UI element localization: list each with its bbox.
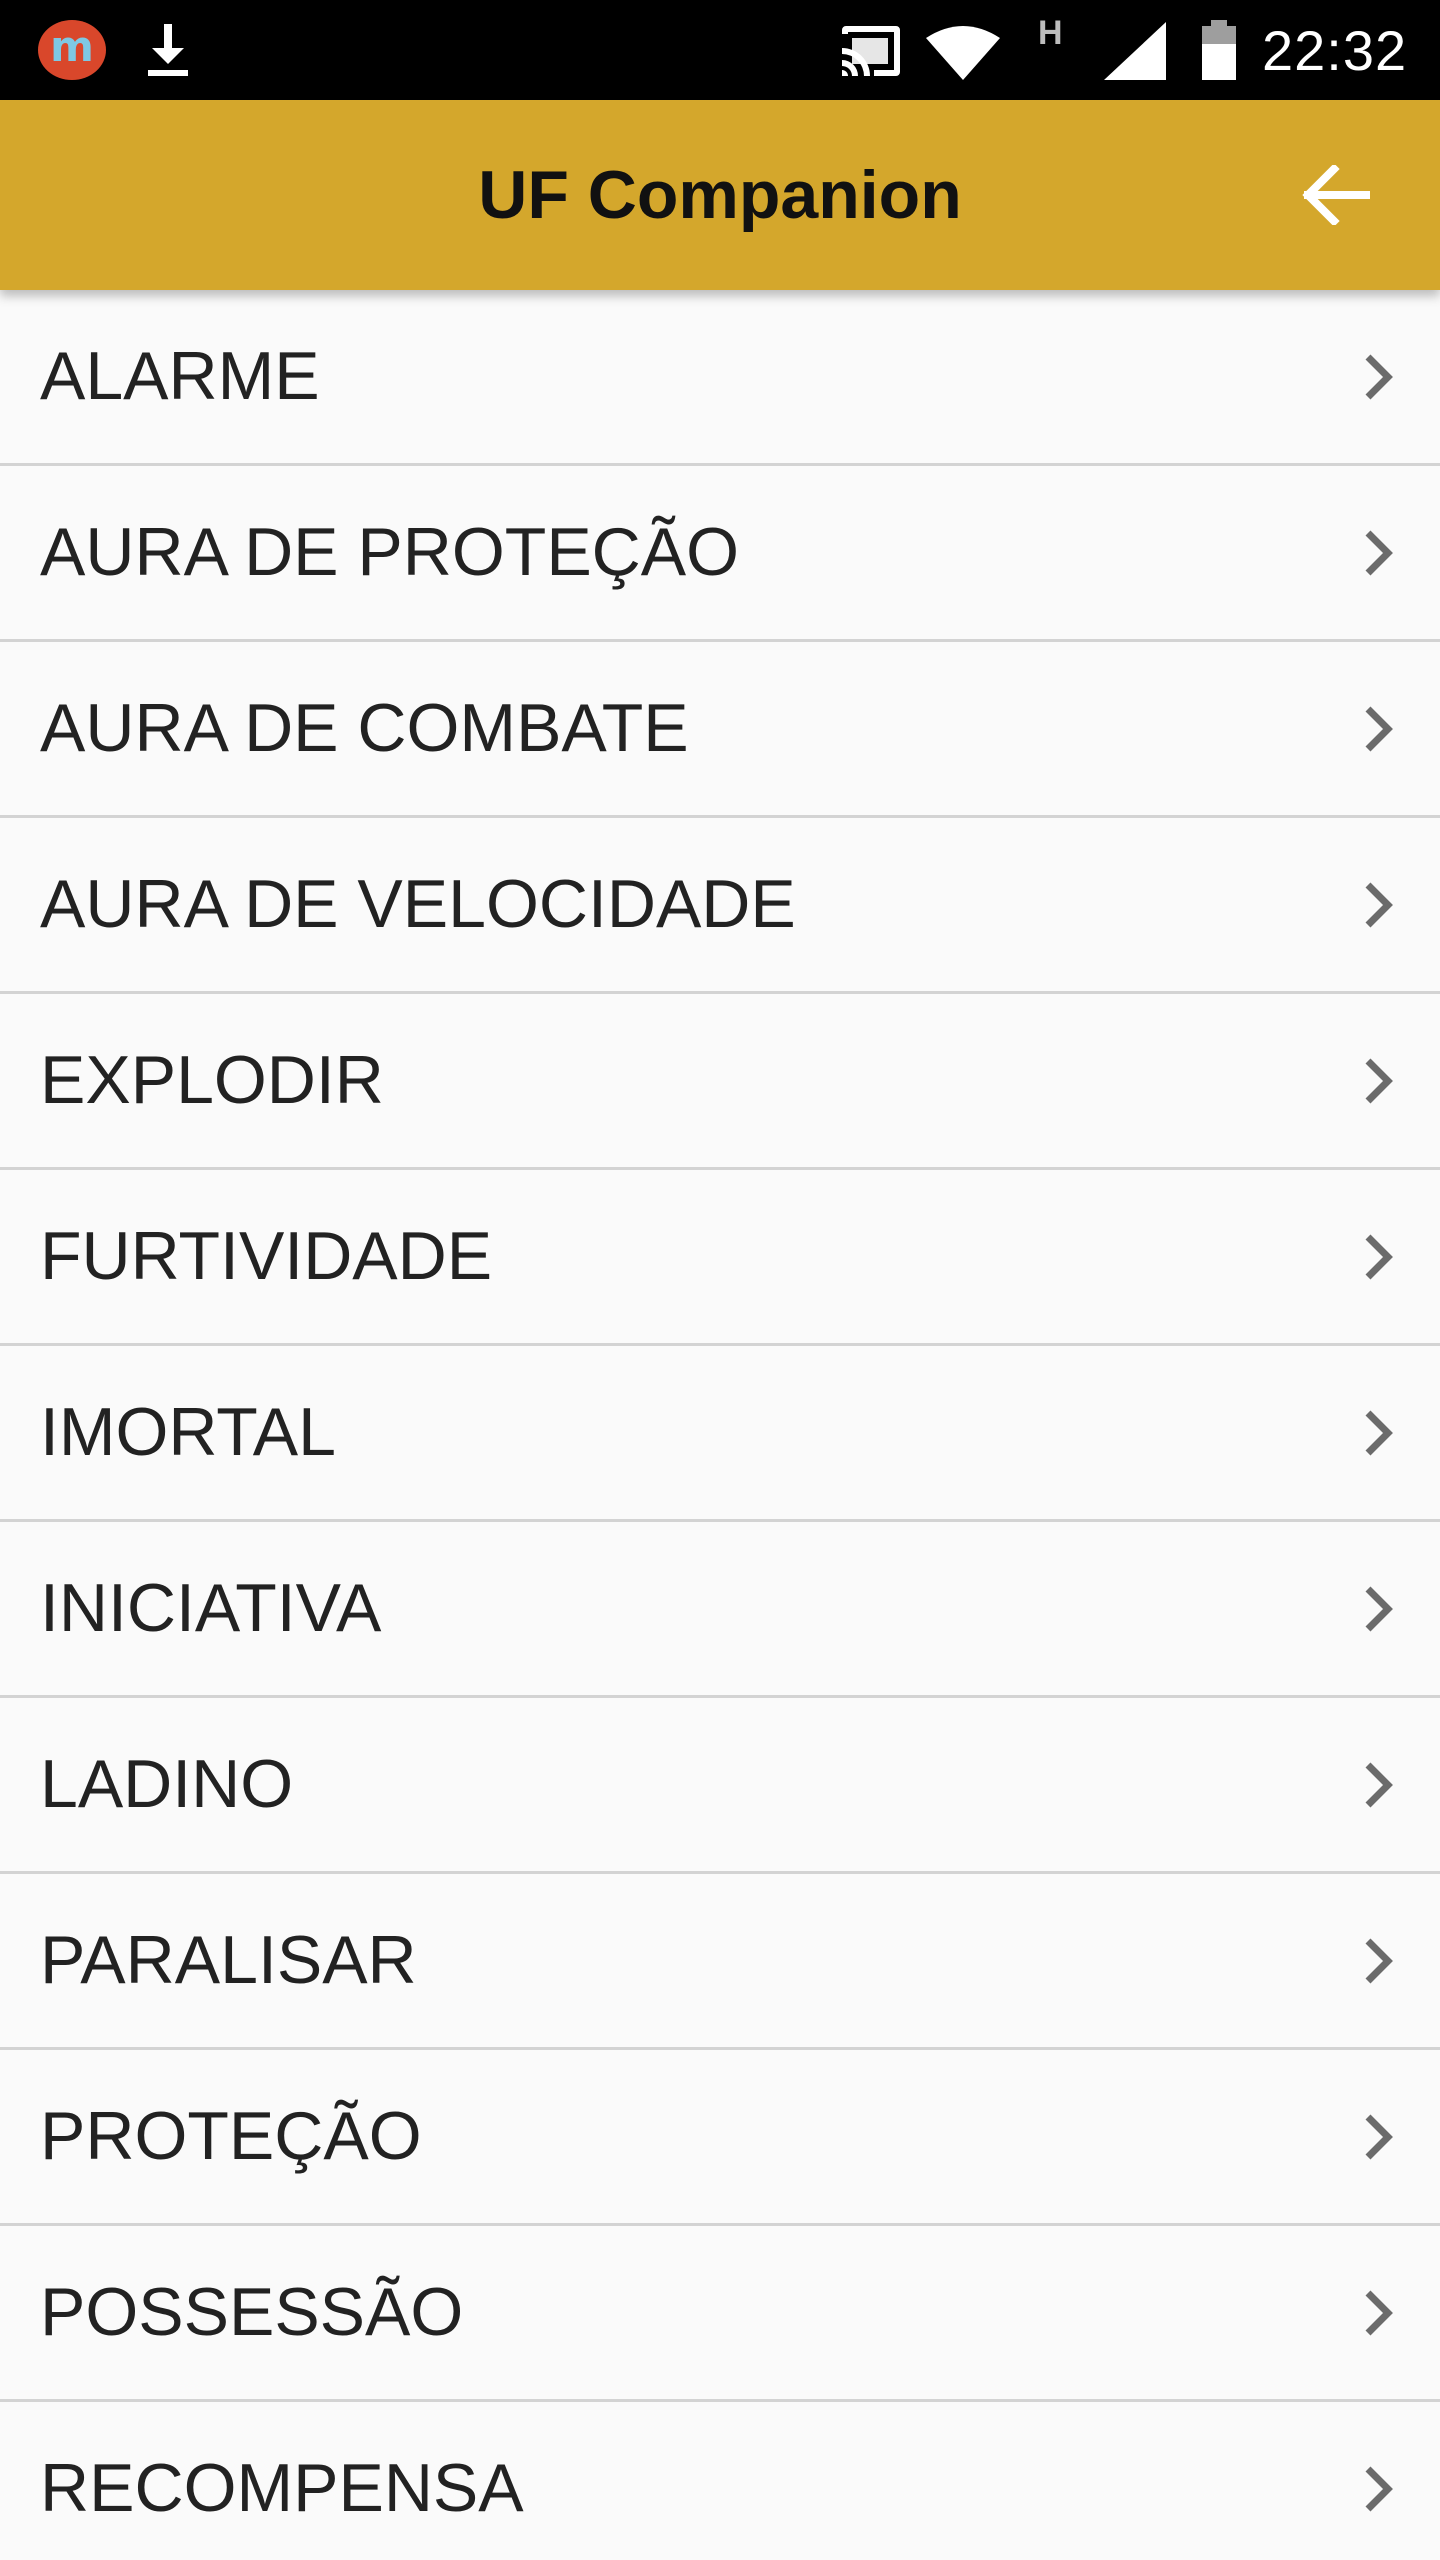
list-item-label: PARALISAR [40,1922,417,1998]
download-icon [148,24,188,76]
status-bar: m H 22:32 [0,0,1440,100]
list-item-iniciativa[interactable]: INICIATIVA [0,1522,1440,1698]
chevron-right-icon [1365,1058,1393,1104]
app-title: UF Companion [478,157,962,233]
list-item-label: ALARME [40,338,320,414]
network-type-indicator: H [1038,14,1063,52]
back-button[interactable] [1290,155,1380,235]
list-item-label: AURA DE VELOCIDADE [40,866,796,942]
list-item-recompensa[interactable]: RECOMPENSA [0,2402,1440,2560]
list-item-label: LADINO [40,1746,294,1822]
battery-icon [1202,20,1236,80]
list-item-label: PROTEÇÃO [40,2098,422,2174]
chevron-right-icon [1365,1762,1393,1808]
chevron-right-icon [1365,1234,1393,1280]
list-item-ladino[interactable]: LADINO [0,1698,1440,1874]
list-item-possessao[interactable]: POSSESSÃO [0,2226,1440,2402]
chevron-right-icon [1365,882,1393,928]
list-item-label: EXPLODIR [40,1042,384,1118]
list-item-label: AURA DE COMBATE [40,690,689,766]
list-item-furtividade[interactable]: FURTIVIDADE [0,1170,1440,1346]
chevron-right-icon [1365,1938,1393,1984]
wifi-icon [926,26,1000,80]
app-bar: UF Companion [0,100,1440,290]
chevron-right-icon [1365,1586,1393,1632]
cell-signal-icon [1104,22,1166,80]
list-item-label: RECOMPENSA [40,2450,524,2526]
app-notification-badge: m [50,22,94,71]
list-item-label: FURTIVIDADE [40,1218,493,1294]
list-item-imortal[interactable]: IMORTAL [0,1346,1440,1522]
list-item-aura-de-velocidade[interactable]: AURA DE VELOCIDADE [0,818,1440,994]
list-item-alarme[interactable]: ALARME [0,290,1440,466]
list-item-paralisar[interactable]: PARALISAR [0,1874,1440,2050]
list-item-protecao[interactable]: PROTEÇÃO [0,2050,1440,2226]
list-item-aura-de-protecao[interactable]: AURA DE PROTEÇÃO [0,466,1440,642]
chevron-right-icon [1365,1410,1393,1456]
list-item-label: POSSESSÃO [40,2274,464,2350]
cast-icon [842,26,900,76]
app-notification-icon: m [38,20,106,80]
list-item-label: IMORTAL [40,1394,336,1470]
list-item-aura-de-combate[interactable]: AURA DE COMBATE [0,642,1440,818]
list-item-label: INICIATIVA [40,1570,382,1646]
list-item-label: AURA DE PROTEÇÃO [40,514,740,590]
arrow-back-icon [1302,165,1370,225]
chevron-right-icon [1365,530,1393,576]
chevron-right-icon [1365,706,1393,752]
power-list: ALARME AURA DE PROTEÇÃO AURA DE COMBATE … [0,290,1440,2560]
list-item-explodir[interactable]: EXPLODIR [0,994,1440,1170]
chevron-right-icon [1365,2114,1393,2160]
status-time: 22:32 [1262,19,1408,82]
chevron-right-icon [1365,2290,1393,2336]
chevron-right-icon [1365,2466,1393,2512]
chevron-right-icon [1365,354,1393,400]
